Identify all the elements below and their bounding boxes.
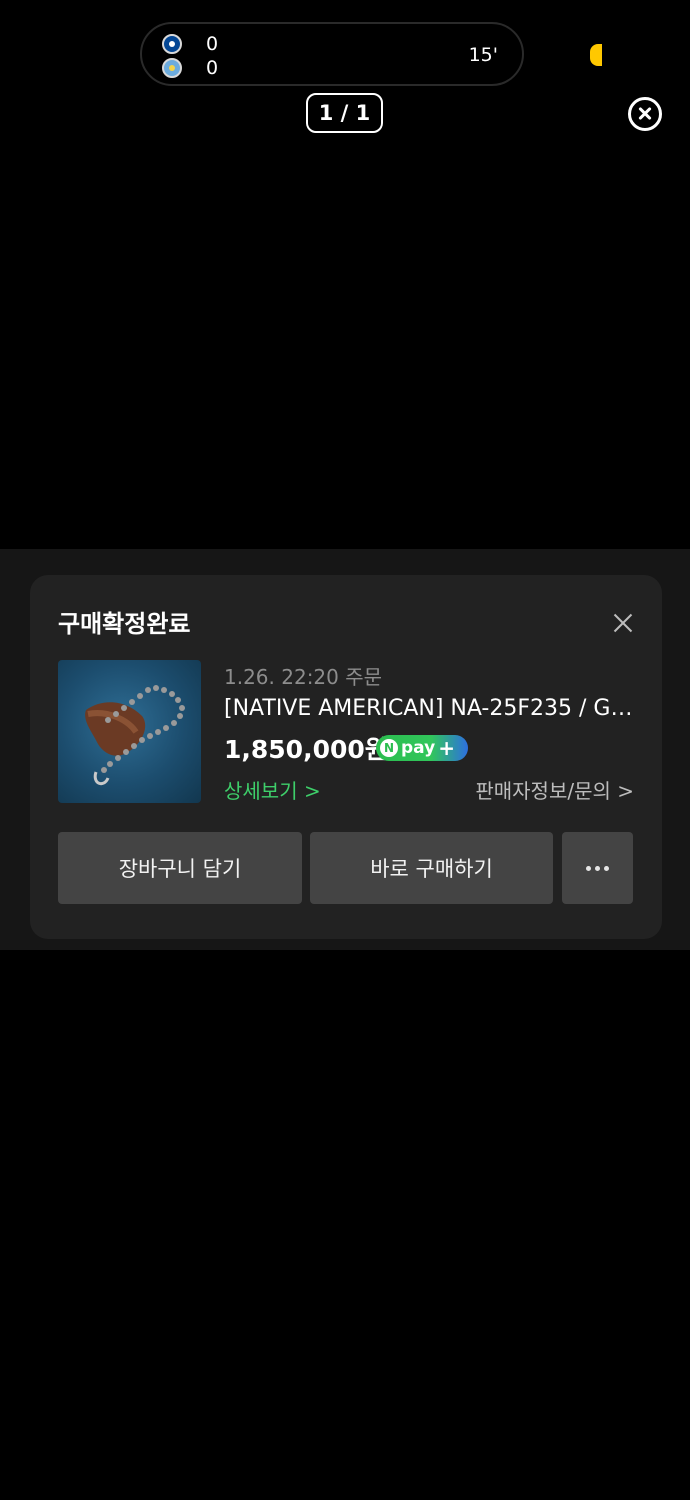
match-minute: 15' xyxy=(468,44,498,66)
order-date: 1.26. 22:20 주문 xyxy=(224,665,383,689)
screen: 0 0 15' 1 / 1 구매확정완료 1.26. 22:20 주문 [NAT… xyxy=(0,0,690,1500)
page-counter: 1 / 1 xyxy=(306,93,383,133)
add-to-cart-button[interactable]: 장바구니 담기 xyxy=(58,832,302,904)
chelsea-crest-icon xyxy=(162,34,182,54)
plus-icon: + xyxy=(438,736,455,760)
more-horizontal-icon xyxy=(586,865,609,871)
home-score: 0 xyxy=(206,33,219,55)
side-tab-handle[interactable] xyxy=(590,44,602,66)
away-team-row: 0 xyxy=(162,57,218,79)
more-options-button[interactable] xyxy=(562,832,633,904)
product-name[interactable]: [NATIVE AMERICAN] NA-25F235 / GI... xyxy=(224,696,634,721)
necklace-photo xyxy=(85,685,185,786)
away-score: 0 xyxy=(206,57,219,79)
product-image[interactable] xyxy=(58,660,201,803)
view-details-link[interactable]: 상세보기 > xyxy=(224,775,321,804)
npay-plus-badge: N pay + xyxy=(376,735,468,761)
live-score-widget[interactable]: 0 0 15' xyxy=(140,22,524,86)
card-close-icon[interactable] xyxy=(610,610,636,636)
purchase-confirmed-card: 구매확정완료 1.26. 22:20 주문 [NATIVE AMERICAN] … xyxy=(30,575,662,939)
card-title: 구매확정완료 xyxy=(58,610,191,638)
npay-label: pay xyxy=(401,738,436,758)
npay-n-icon: N xyxy=(380,739,398,757)
buy-now-button[interactable]: 바로 구매하기 xyxy=(310,832,553,904)
product-price: 1,850,000원 xyxy=(224,735,388,764)
seller-info-link[interactable]: 판매자정보/문의 > xyxy=(475,775,634,804)
home-team-row: 0 xyxy=(162,33,218,55)
close-icon[interactable] xyxy=(628,97,662,131)
man-city-crest-icon xyxy=(162,58,182,78)
